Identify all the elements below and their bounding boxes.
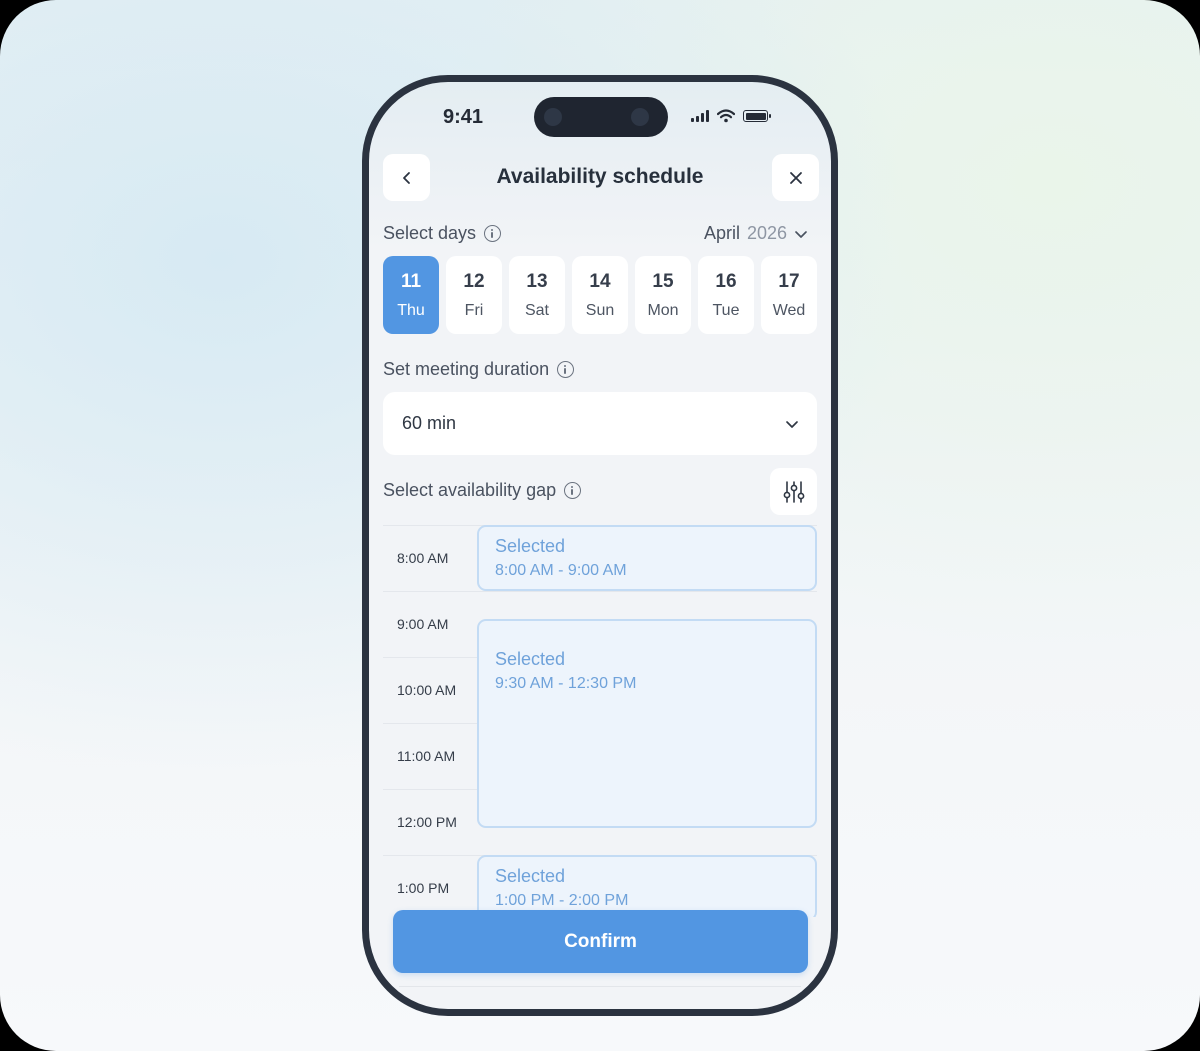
status-icons — [691, 108, 771, 124]
signal-icon — [691, 110, 709, 122]
sliders-icon — [783, 480, 804, 503]
sensor-icon — [544, 108, 562, 126]
day-chip[interactable]: 12 Fri — [446, 256, 502, 334]
phone-frame: 9:41 Availability schedule Select days A… — [362, 75, 838, 1016]
slot-label: Selected — [495, 866, 566, 886]
day-chip[interactable]: 14 Sun — [572, 256, 628, 334]
duration-label-text: Set meeting duration — [383, 359, 550, 379]
day-name: Sun — [585, 301, 615, 319]
day-chip[interactable]: 13 Sat — [509, 256, 565, 334]
page-title: Availability schedule — [496, 165, 704, 188]
gap-label: Select availability gap — [383, 480, 582, 501]
slot-range: 8:00 AM - 9:00 AM — [495, 562, 627, 579]
selected-slot[interactable]: Selected 1:00 PM - 2:00 PM — [477, 855, 817, 917]
dynamic-island — [534, 97, 668, 137]
slot-label: Selected — [495, 536, 566, 556]
month-name: April — [704, 223, 741, 243]
info-icon[interactable] — [564, 482, 582, 499]
day-number: 16 — [715, 270, 737, 292]
time-label: 12:00 PM — [397, 814, 457, 830]
day-name: Tue — [712, 301, 740, 319]
time-label: 1:00 PM — [397, 880, 450, 896]
camera-icon — [631, 108, 649, 126]
close-button[interactable] — [772, 154, 819, 201]
day-name: Mon — [647, 301, 679, 319]
month-selector[interactable]: April 2026 — [704, 223, 808, 244]
background-canvas: 9:41 Availability schedule Select days A… — [0, 0, 1200, 1051]
day-chip[interactable]: 16 Tue — [698, 256, 754, 334]
duration-label: Set meeting duration — [383, 359, 575, 380]
selected-slot[interactable]: Selected 8:00 AM - 9:00 AM — [477, 525, 817, 591]
day-chip[interactable]: 17 Wed — [761, 256, 817, 334]
day-name: Fri — [464, 301, 484, 319]
availability-timeline: 8:00 AM 9:00 AM 10:00 AM 11:00 AM 12:00 … — [383, 525, 817, 917]
day-name: Thu — [397, 301, 425, 319]
gap-label-text: Select availability gap — [383, 480, 557, 500]
day-picker: 11 Thu 12 Fri 13 Sat 14 Sun 15 Mon 16 Tu… — [383, 256, 817, 334]
divider — [399, 986, 801, 987]
close-icon — [789, 171, 802, 184]
day-number: 17 — [778, 270, 800, 292]
selected-slot[interactable]: Selected 9:30 AM - 12:30 PM — [477, 619, 817, 828]
time-label: 11:00 AM — [397, 748, 456, 764]
select-days-label: Select days — [383, 223, 502, 244]
wifi-icon — [717, 109, 735, 123]
day-name: Sat — [524, 301, 549, 319]
time-label: 9:00 AM — [397, 616, 449, 632]
day-number: 13 — [526, 270, 548, 292]
slot-label: Selected — [495, 649, 566, 669]
confirm-button[interactable]: Confirm — [393, 910, 808, 973]
day-number: 15 — [652, 270, 674, 292]
duration-select[interactable]: 60 min — [383, 392, 817, 455]
day-number: 14 — [589, 270, 611, 292]
info-icon[interactable] — [484, 225, 502, 242]
year-value: 2026 — [747, 223, 788, 243]
time-label: 10:00 AM — [397, 682, 457, 698]
duration-value: 60 min — [402, 413, 457, 433]
day-number: 12 — [463, 270, 485, 292]
chevron-down-icon — [786, 420, 798, 428]
select-days-text: Select days — [383, 223, 477, 243]
slot-range: 9:30 AM - 12:30 PM — [495, 675, 637, 692]
chevron-down-icon — [795, 230, 807, 238]
info-icon[interactable] — [557, 361, 575, 378]
time-label: 8:00 AM — [397, 550, 449, 566]
filter-button[interactable] — [770, 468, 817, 515]
day-chip[interactable]: 15 Mon — [635, 256, 691, 334]
day-number: 11 — [400, 270, 422, 292]
status-time: 9:41 — [443, 106, 484, 128]
slot-range: 1:00 PM - 2:00 PM — [495, 892, 629, 909]
day-chip[interactable]: 11 Thu — [383, 256, 439, 334]
day-name: Wed — [772, 301, 806, 319]
battery-icon — [743, 110, 771, 122]
